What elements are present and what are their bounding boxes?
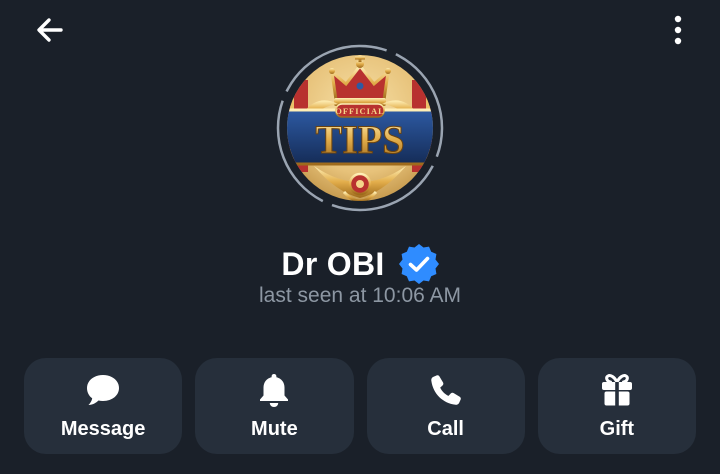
message-button[interactable]: Message	[24, 358, 183, 454]
profile-name: Dr OBI	[281, 245, 385, 282]
mute-button[interactable]: Mute	[195, 358, 354, 454]
back-button[interactable]	[22, 8, 78, 52]
phone-icon	[430, 375, 461, 405]
call-button[interactable]: Call	[366, 358, 525, 454]
last-seen-status: last seen at 10:06 AM	[259, 284, 461, 307]
profile-avatar[interactable]: OFFICIAL TIPS	[274, 42, 446, 214]
action-buttons: Message Mute Call Gift	[24, 358, 696, 454]
message-label: Message	[60, 418, 146, 440]
profile-name-row: Dr OBI	[0, 240, 720, 288]
mute-label: Mute	[251, 418, 298, 440]
gift-label: Gift	[599, 418, 635, 440]
more-options-button[interactable]	[664, 10, 692, 50]
more-vertical-icon	[674, 15, 682, 45]
gift-button[interactable]: Gift	[537, 358, 696, 454]
gift-icon	[601, 374, 632, 406]
call-label: Call	[427, 418, 464, 440]
bell-icon	[260, 374, 289, 407]
badge-top-text: OFFICIAL	[335, 106, 385, 116]
badge-main-text: TIPS	[316, 117, 405, 162]
chat-bubble-icon	[87, 375, 120, 405]
verified-badge-icon[interactable]	[398, 244, 439, 284]
tips-badge-image: OFFICIAL TIPS	[287, 55, 433, 201]
arrow-left-icon	[37, 18, 63, 42]
